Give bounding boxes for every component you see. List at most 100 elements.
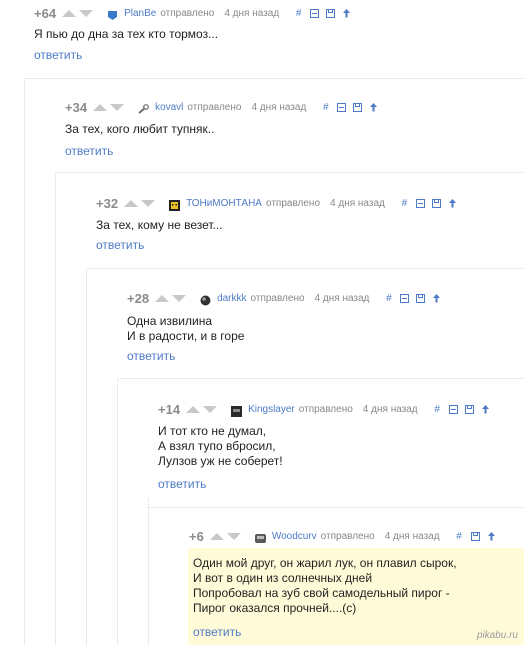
reply-link[interactable]: ответить [34,48,82,62]
comment-score: +32 [96,195,119,211]
vote-down-icon[interactable] [172,294,187,302]
vote-up-icon[interactable] [124,199,139,207]
sent-label: отправлено [320,530,375,542]
reply-link[interactable]: ответить [193,625,241,639]
sent-label: отправлено [298,403,353,415]
comment-header: +64 PlanBe отправлено 4 дня назад # [34,5,357,21]
username-link[interactable]: darkkk [217,293,246,304]
comment-timestamp: 4 дня назад [224,7,280,19]
comment-line: Я пью до дна за тех кто тормоз... [34,27,219,41]
hash-icon[interactable]: # [454,531,465,542]
hash-icon[interactable]: # [432,404,443,415]
vote-up-icon[interactable] [186,405,201,413]
wrench-avatar-icon[interactable] [138,102,149,114]
vote-up-icon[interactable] [93,103,108,111]
reply-link[interactable]: ответить [65,144,113,158]
vote-down-icon[interactable] [79,9,94,17]
vote-down-icon[interactable] [110,103,125,111]
comment-line: А взял тупо вбросил, [158,439,276,453]
up-arrow-icon[interactable] [486,531,497,542]
collapse-icon[interactable] [399,293,410,304]
comment-line: Одна извилина [127,314,212,328]
sent-label: отправлено [265,197,321,209]
username-link[interactable]: kovavl [155,102,183,113]
sent-label: отправлено [187,101,242,113]
reply-link[interactable]: ответить [96,238,144,252]
vote-up-icon[interactable] [155,294,170,302]
collapse-icon[interactable] [448,404,459,415]
vote-down-icon[interactable] [203,405,218,413]
username-link[interactable]: PlanBe [124,8,156,19]
site-watermark: pikabu.ru [476,630,518,641]
save-icon[interactable] [352,102,363,113]
hash-icon[interactable]: # [383,293,394,304]
comment-divider [55,172,524,173]
thread-line [86,268,87,645]
vote-up-icon[interactable] [62,9,77,17]
save-icon[interactable] [325,8,336,19]
blue-badge-avatar-icon[interactable] [107,8,118,20]
thread-line [55,172,56,645]
comment-divider [117,378,524,379]
comment-line: За тех, кому не везет... [96,218,223,232]
sent-label: отправлено [160,7,215,19]
comment-timestamp: 4 дня назад [251,101,307,113]
collapse-icon[interactable] [336,102,347,113]
comment-text: За тех, кого любит тупняк.. [65,122,214,137]
comment-header: +6 Woodcurv отправлено 4 дня назад # [189,528,502,544]
vote-down-icon[interactable] [226,532,241,540]
comment-timestamp: 4 дня назад [330,197,385,209]
up-arrow-icon[interactable] [480,404,491,415]
comment-header: +32 ТОНиМОНТАНА отправлено 4 дня назад # [96,195,463,211]
sent-label: отправлено [250,292,305,304]
comment-line: И в радости, и в горе [127,329,245,343]
comment-score: +28 [127,290,150,306]
thread-line [24,78,25,645]
reply-link[interactable]: ответить [158,477,206,491]
grey-block-avatar-icon[interactable] [254,531,266,543]
comment-timestamp: 4 дня назад [314,292,370,304]
comment-header: +28 darkkk отправлено 4 дня назад # [127,290,447,306]
save-icon[interactable] [431,198,442,209]
save-icon[interactable] [464,404,475,415]
comment-score: +14 [158,401,181,417]
comment-line: Пирог оказался прочней....(с) [193,601,357,615]
comment-text: Я пью до дна за тех кто тормоз... [34,27,218,42]
comment-text: Один мой друг, он жарил лук, он плавил с… [193,556,457,616]
yellow-robot-avatar-icon[interactable] [169,198,181,211]
username-link[interactable]: ТОНиМОНТАНА [186,198,262,209]
comment-line: И тот кто не думал, [158,424,267,438]
comment-score: +34 [65,99,88,115]
up-arrow-icon[interactable] [341,8,352,19]
username-link[interactable]: Woodcurv [272,531,317,542]
collapse-icon[interactable] [309,8,320,19]
dark-sphere-avatar-icon[interactable] [200,293,211,305]
up-arrow-icon[interactable] [368,102,379,113]
comment-divider [24,78,524,79]
collapse-icon[interactable] [415,198,426,209]
dark-helmet-avatar-icon[interactable] [231,404,243,417]
comment-header: +14 Kingslayer отправлено 4 дня назад # [158,401,496,417]
comment-line: И вот в один из солнечных дней [193,571,373,585]
thread-line [148,498,149,645]
comment-line: Попробовал на зуб свой самодельный пирог… [193,586,450,600]
comment-header: +34 kovavl отправлено 4 дня назад # [65,99,384,115]
comment-timestamp: 4 дня назад [362,403,418,415]
comment-line: Один мой друг, он жарил лук, он плавил с… [193,556,457,570]
comment-line: Лулзов уж не соберет! [158,454,283,468]
save-icon[interactable] [470,531,481,542]
comment-line: За тех, кого любит тупняк.. [65,122,215,136]
vote-down-icon[interactable] [141,199,156,207]
comment-score: +6 [189,528,204,544]
save-icon[interactable] [415,293,426,304]
username-link[interactable]: Kingslayer [248,404,295,415]
up-arrow-icon[interactable] [431,293,442,304]
hash-icon[interactable]: # [399,198,410,209]
up-arrow-icon[interactable] [447,198,458,209]
comment-text: Одна извилина И в радости, и в горе [127,314,244,344]
comment-timestamp: 4 дня назад [384,530,440,542]
hash-icon[interactable]: # [320,102,331,113]
vote-up-icon[interactable] [209,532,224,540]
hash-icon[interactable]: # [293,8,304,19]
reply-link[interactable]: ответить [127,349,175,363]
